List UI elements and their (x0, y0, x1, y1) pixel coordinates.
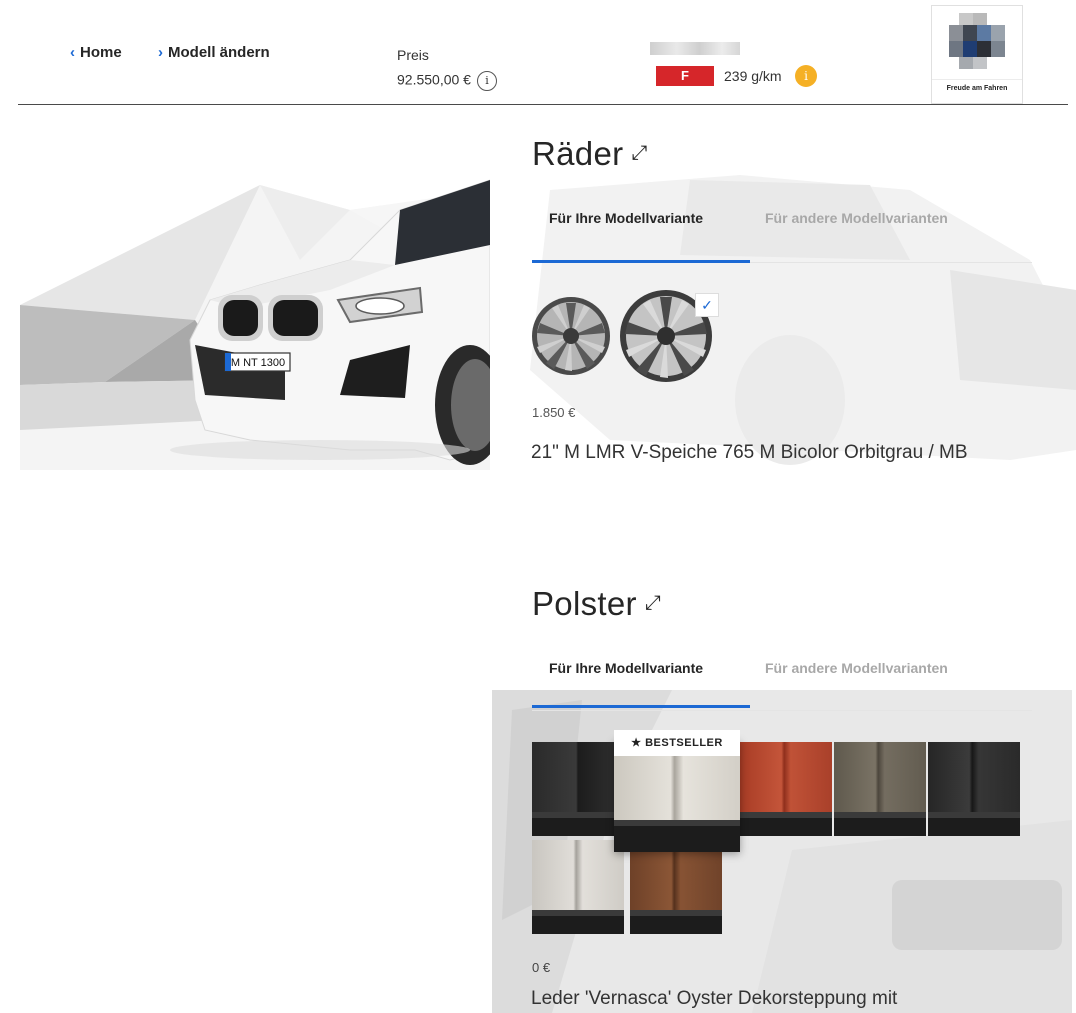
wheel-price: 1.850 € (532, 405, 576, 420)
brand-slogan: Freude am Fahren (946, 85, 1008, 92)
change-model-label: Modell ändern (168, 44, 270, 61)
upholstery-section-title: Polster ⤢ (532, 585, 661, 623)
brand-logo[interactable]: Freude am Fahren (931, 5, 1023, 104)
wheels-section-title: Räder ⤢ (532, 135, 648, 173)
checkmark-icon: ✓ (695, 293, 719, 317)
price-display: 92.550,00 € i (397, 71, 497, 91)
tab-wheels-other-models[interactable]: Für andere Modellvarianten (765, 210, 948, 226)
wheel-option-1[interactable] (530, 295, 612, 382)
upholstery-swatch-selected[interactable] (614, 740, 740, 852)
emission-value: 239 g/km (724, 68, 782, 84)
header-divider (18, 104, 1068, 105)
bestseller-badge: ★ BESTSELLER (614, 730, 740, 756)
home-label: Home (80, 44, 122, 61)
expand-icon[interactable]: ⤢ (645, 592, 661, 615)
upholstery-title: Polster (532, 585, 637, 622)
expand-icon[interactable]: ⤢ (631, 142, 647, 165)
price-value: 92.550,00 € (397, 71, 471, 88)
price-info-icon[interactable]: i (476, 71, 497, 91)
upholstery-swatch[interactable] (834, 742, 926, 836)
chevron-right-icon: › (158, 44, 163, 61)
wheel-rim-icon (532, 297, 610, 375)
active-tab-indicator (532, 260, 750, 263)
emission-info-icon[interactable]: i (795, 65, 817, 87)
price-label: Preis (397, 47, 429, 63)
logo-icon (949, 13, 1005, 71)
car-preview-image: M NT 1300 (20, 150, 490, 470)
upholstery-name: Leder 'Vernasca' Oyster Dekorsteppung mi… (531, 988, 898, 1009)
upholstery-swatch[interactable] (532, 840, 624, 934)
chevron-left-icon: ‹ (70, 44, 75, 61)
upholstery-price: 0 € (532, 960, 551, 975)
tab-wheels-own-model[interactable]: Für Ihre Modellvariante (549, 210, 703, 226)
upholstery-swatch[interactable] (532, 742, 624, 836)
header: ‹ Home › Modell ändern Preis 92.550,00 € i … (0, 0, 1076, 105)
tab-divider (532, 710, 1032, 711)
active-tab-indicator (532, 705, 750, 708)
tab-upholstery-own-model[interactable]: Für Ihre Modellvariante (549, 660, 703, 676)
wheel-name: 21" M LMR V-Speiche 765 M Bicolor Orbitg… (531, 442, 968, 463)
upholstery-swatch[interactable] (740, 742, 832, 836)
change-model-link[interactable]: › Modell ändern (158, 44, 270, 61)
efficiency-class-badge: F (656, 66, 714, 86)
tab-upholstery-other-models[interactable]: Für andere Modellvarianten (765, 660, 948, 676)
blurred-text (650, 42, 740, 55)
wheels-title: Räder (532, 135, 624, 172)
upholstery-swatch[interactable] (630, 840, 722, 934)
license-plate-text: M NT 1300 (231, 357, 285, 369)
upholstery-swatch[interactable] (928, 742, 1020, 836)
home-link[interactable]: ‹ Home (70, 44, 122, 61)
